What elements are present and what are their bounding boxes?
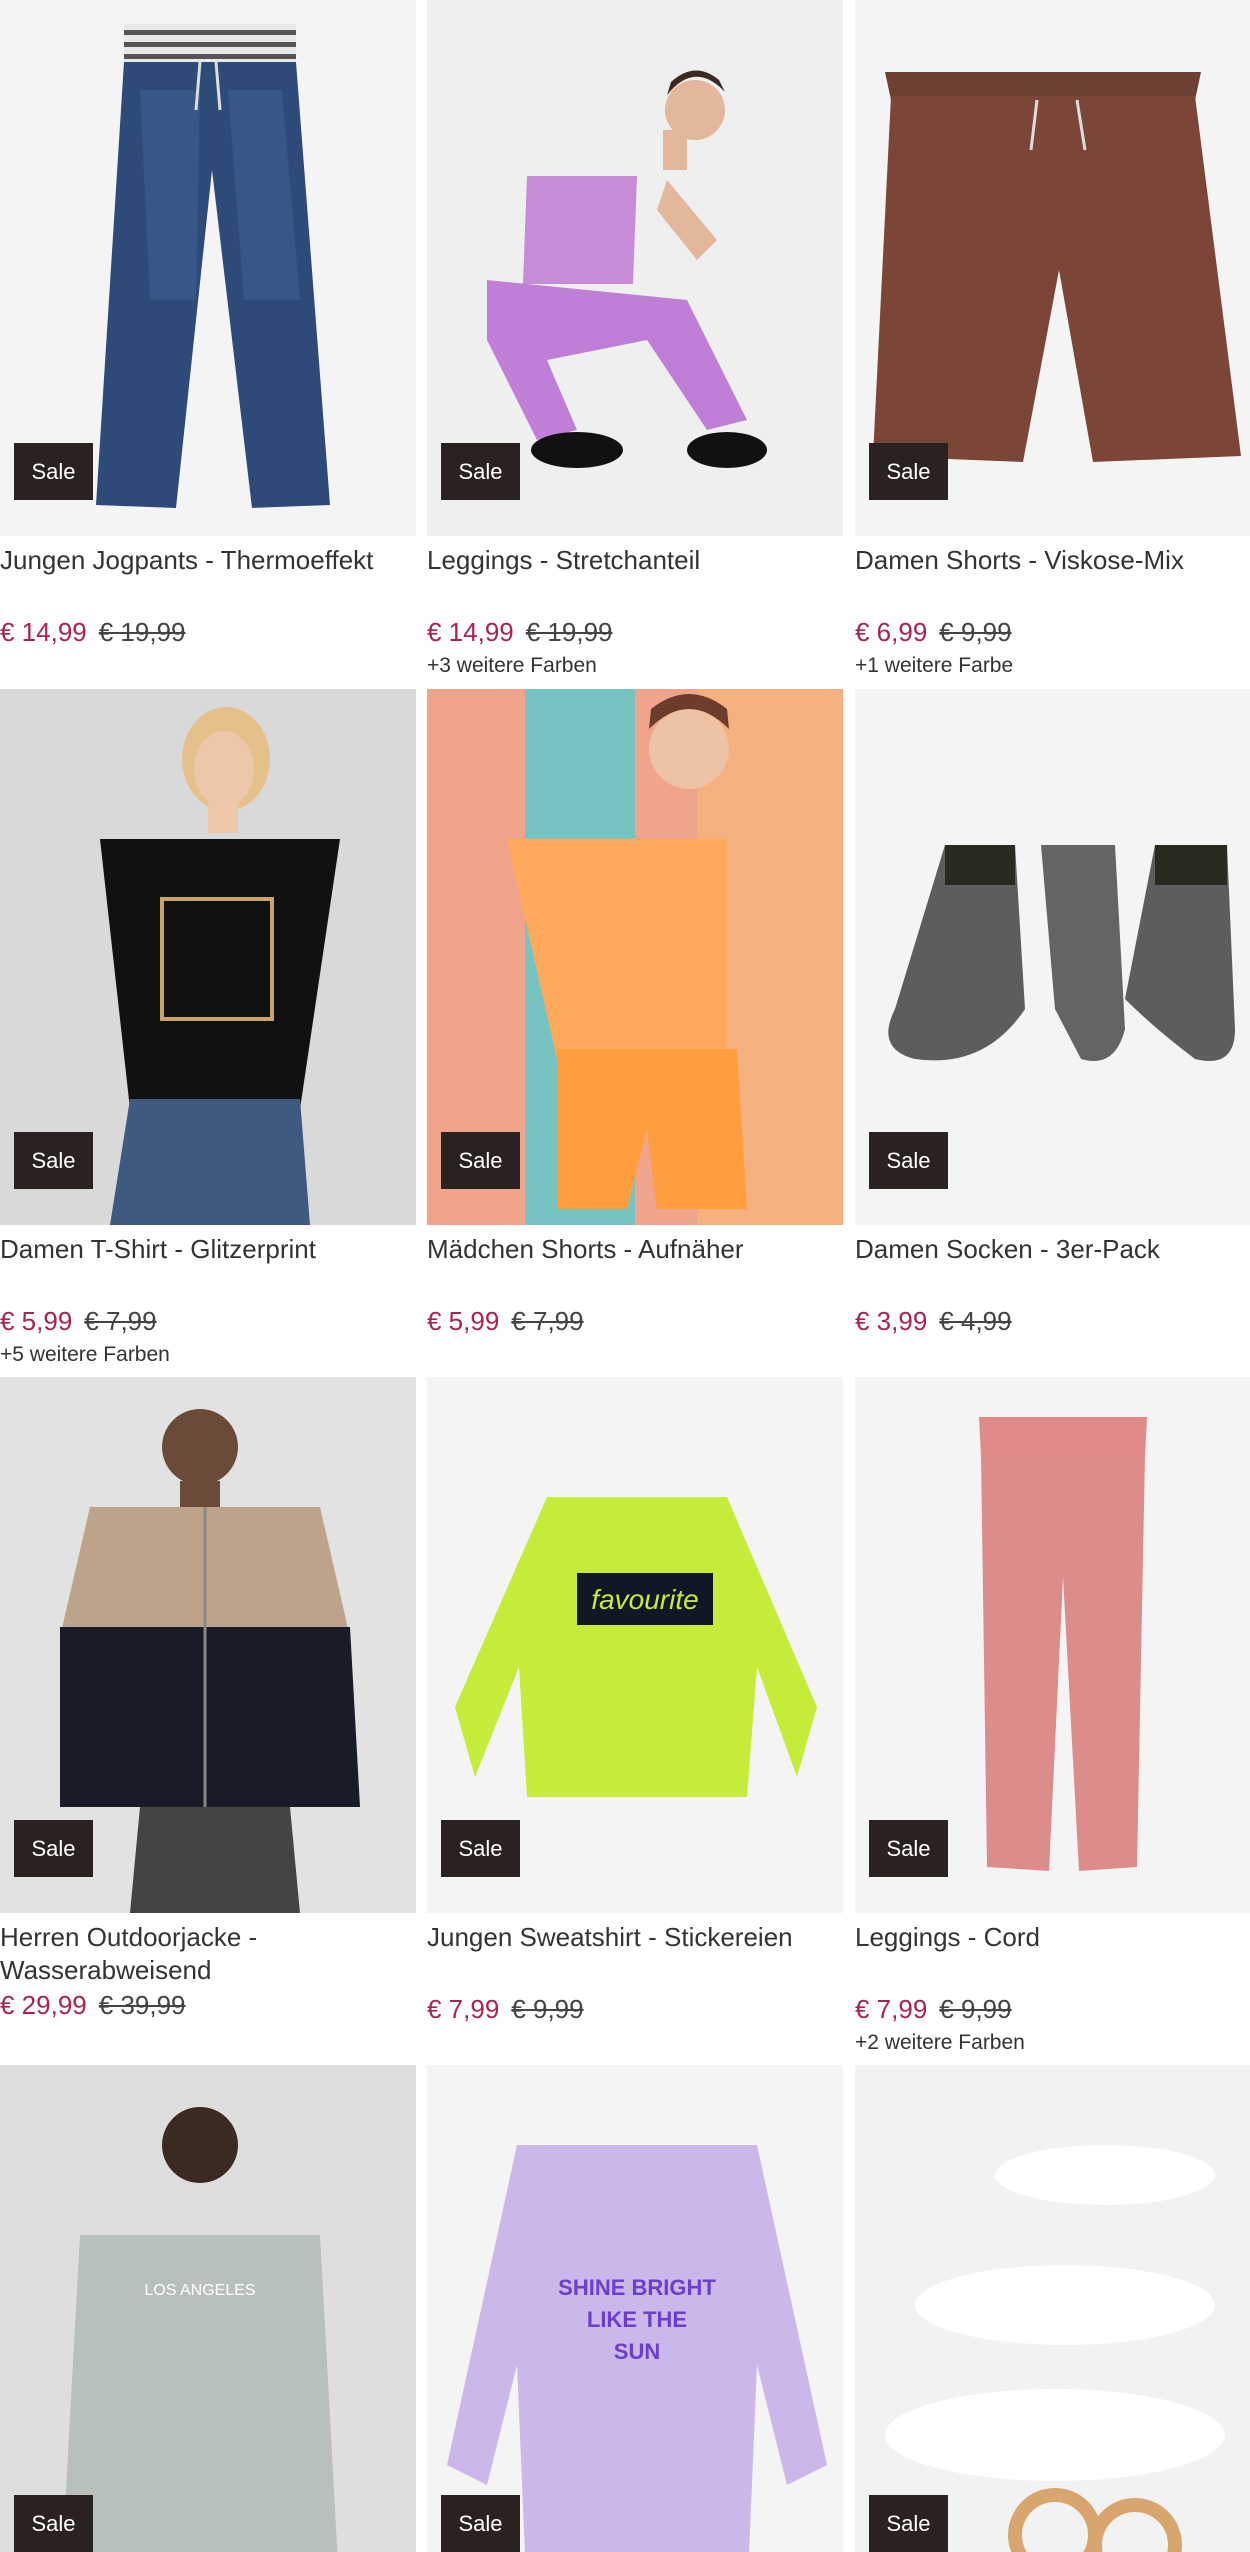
print-text: LIKE THE bbox=[587, 2307, 687, 2332]
price-row: € 7,99 € 9,99 bbox=[427, 1993, 584, 2025]
more-colors-link[interactable]: +3 weitere Farben bbox=[427, 654, 597, 678]
sale-price: € 3,99 bbox=[855, 1306, 928, 1336]
price-row: € 14,99 € 19,99 bbox=[427, 616, 613, 648]
product-title[interactable]: Damen Shorts - Viskose-Mix bbox=[855, 544, 1250, 577]
product-title[interactable]: Leggings - Cord bbox=[855, 1921, 1250, 1954]
sale-badge[interactable]: Sale bbox=[441, 1820, 520, 1877]
product-card[interactable]: LOS ANGELES Sale bbox=[0, 2065, 416, 2552]
sale-price: € 7,99 bbox=[855, 1994, 928, 2024]
hoodie-model-image[interactable]: LOS ANGELES Sale bbox=[0, 2065, 416, 2552]
sale-price: € 6,99 bbox=[855, 617, 928, 647]
sale-price: € 14,99 bbox=[427, 617, 514, 647]
jacket-model-image[interactable]: Sale bbox=[0, 1377, 416, 1913]
socks-image[interactable]: Sale bbox=[855, 689, 1250, 1225]
hoodie-print: LOS ANGELES bbox=[144, 2282, 255, 2299]
old-price: € 9,99 bbox=[939, 1994, 1012, 2024]
old-price: € 4,99 bbox=[939, 1306, 1012, 1336]
sale-price: € 14,99 bbox=[0, 617, 87, 647]
sale-badge[interactable]: Sale bbox=[869, 443, 948, 500]
product-card[interactable]: SHINE BRIGHT LIKE THE SUN Sale bbox=[427, 2065, 843, 2552]
tiedye-sweatshirt-image[interactable]: SHINE BRIGHT LIKE THE SUN Sale bbox=[427, 2065, 843, 2552]
old-price: € 9,99 bbox=[939, 617, 1012, 647]
old-price: € 7,99 bbox=[511, 1306, 584, 1336]
sale-badge[interactable]: Sale bbox=[14, 443, 93, 500]
more-colors-link[interactable]: +5 weitere Farben bbox=[0, 1343, 170, 1367]
product-title[interactable]: Leggings - Stretchanteil bbox=[427, 544, 837, 577]
price-row: € 6,99 € 9,99 bbox=[855, 616, 1012, 648]
sale-badge[interactable]: Sale bbox=[869, 1132, 948, 1189]
price-row: € 29,99 € 39,99 bbox=[0, 1989, 186, 2021]
cord-leggings-image[interactable]: Sale bbox=[855, 1377, 1250, 1913]
old-price: € 19,99 bbox=[525, 617, 613, 647]
shorts-image[interactable]: Sale bbox=[855, 0, 1250, 536]
product-card[interactable]: favourite Sale Jungen Sweatshirt - Stick… bbox=[427, 1377, 843, 2024]
sale-badge[interactable]: Sale bbox=[441, 1132, 520, 1189]
old-price: € 7,99 bbox=[84, 1306, 157, 1336]
product-card[interactable]: Sale Jungen Jogpants - Thermoeffekt € 14… bbox=[0, 0, 416, 647]
sale-badge[interactable]: Sale bbox=[869, 1820, 948, 1877]
product-card[interactable]: Sale Leggings - Stretchanteil € 14,99 € 1… bbox=[427, 0, 843, 677]
product-card[interactable]: Sale Leggings - Cord € 7,99 € 9,99 +2 wei… bbox=[855, 1377, 1250, 2054]
product-card[interactable]: Sale Damen Socken - 3er-Pack € 3,99 € 4,9… bbox=[855, 689, 1250, 1336]
print-text: favourite bbox=[591, 1584, 698, 1615]
price-row: € 14,99 € 19,99 bbox=[0, 616, 186, 648]
product-title[interactable]: Jungen Sweatshirt - Stickereien bbox=[427, 1921, 837, 1954]
print-text: SUN bbox=[614, 2339, 660, 2364]
sale-badge[interactable]: Sale bbox=[441, 443, 520, 500]
sweatshirt-image[interactable]: favourite Sale bbox=[427, 1377, 843, 1913]
product-title[interactable]: Damen Socken - 3er-Pack bbox=[855, 1233, 1250, 1266]
product-title[interactable]: Mädchen Shorts - Aufnäher bbox=[427, 1233, 837, 1266]
price-row: € 5,99 € 7,99 bbox=[427, 1305, 584, 1337]
sale-badge[interactable]: Sale bbox=[441, 2495, 520, 2552]
more-colors-link[interactable]: +1 weitere Farbe bbox=[855, 654, 1013, 678]
sale-price: € 29,99 bbox=[0, 1990, 87, 2020]
product-card[interactable]: Sale bbox=[855, 2065, 1250, 2552]
leggings-model-image[interactable]: Sale bbox=[427, 0, 843, 536]
sale-price: € 7,99 bbox=[427, 1994, 500, 2024]
product-card[interactable]: Sale Herren Outdoorjacke - Wasserabweise… bbox=[0, 1377, 416, 2020]
product-card[interactable]: Sale Mädchen Shorts - Aufnäher € 5,99 € 7… bbox=[427, 689, 843, 1336]
price-row: € 7,99 € 9,99 bbox=[855, 1993, 1012, 2025]
old-price: € 9,99 bbox=[511, 1994, 584, 2024]
product-title[interactable]: Jungen Jogpants - Thermoeffekt bbox=[0, 544, 410, 577]
sale-price: € 5,99 bbox=[427, 1306, 500, 1336]
price-row: € 3,99 € 4,99 bbox=[855, 1305, 1012, 1337]
sale-badge[interactable]: Sale bbox=[14, 1820, 93, 1877]
product-title[interactable]: Damen T-Shirt - Glitzerprint bbox=[0, 1233, 410, 1266]
old-price: € 19,99 bbox=[98, 617, 186, 647]
sale-price: € 5,99 bbox=[0, 1306, 73, 1336]
print-text: SHINE BRIGHT bbox=[558, 2275, 716, 2300]
product-card[interactable]: Sale Damen Shorts - Viskose-Mix € 6,99 € … bbox=[855, 0, 1250, 677]
sale-badge[interactable]: Sale bbox=[14, 2495, 93, 2552]
price-row: € 5,99 € 7,99 bbox=[0, 1305, 157, 1337]
tshirt-model-image[interactable]: Sale bbox=[0, 689, 416, 1225]
girl-shorts-image[interactable]: Sale bbox=[427, 689, 843, 1225]
old-price: € 39,99 bbox=[98, 1990, 186, 2020]
earrings-image[interactable]: Sale bbox=[855, 2065, 1250, 2552]
sale-badge[interactable]: Sale bbox=[14, 1132, 93, 1189]
product-title[interactable]: Herren Outdoorjacke - Wasserabweisend bbox=[0, 1921, 410, 1987]
sale-badge[interactable]: Sale bbox=[869, 2495, 948, 2552]
jeans-image[interactable]: Sale bbox=[0, 0, 416, 536]
product-card[interactable]: Sale Damen T-Shirt - Glitzerprint € 5,99… bbox=[0, 689, 416, 1366]
more-colors-link[interactable]: +2 weitere Farben bbox=[855, 2031, 1025, 2055]
